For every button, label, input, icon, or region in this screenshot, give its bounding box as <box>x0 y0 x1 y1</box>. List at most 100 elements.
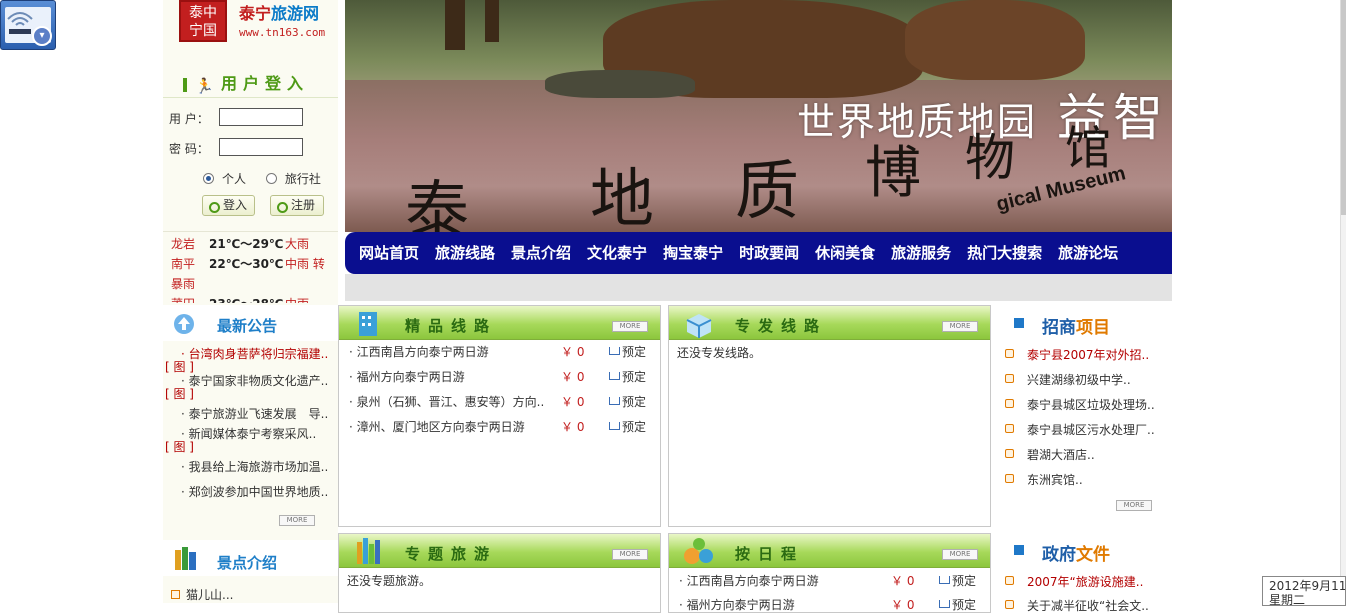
bullet-icon <box>1005 424 1014 433</box>
image-tag[interactable]: [ 图 ] <box>163 361 338 374</box>
title-bar-icon <box>183 77 187 92</box>
theme-travel-title: 专题旅游 <box>405 545 498 563</box>
cart-icon <box>609 422 620 430</box>
radio-agency-label: 旅行社 <box>284 172 321 186</box>
cart-icon <box>609 347 620 355</box>
weather-row: 龙岩 21℃～29℃ 大雨 <box>171 237 310 251</box>
govdoc-title: 政府文件 <box>1014 540 1110 565</box>
invest-item[interactable]: 碧湖大酒店.. <box>1005 446 1095 463</box>
page-scrollbar[interactable] <box>1340 0 1346 603</box>
book-link[interactable]: 预定 <box>952 598 976 612</box>
nav-item-shopping[interactable]: 掏宝泰宁 <box>663 242 723 263</box>
banner-calligraphy: 地 <box>590 163 654 232</box>
cart-icon <box>609 372 620 380</box>
notice-more-button[interactable]: MORE <box>279 515 315 526</box>
route-row[interactable]: · 江西南昌方向泰宁两日游 ￥ 0 预定 <box>349 343 646 360</box>
floating-toolbar-widget[interactable]: ▾ <box>0 0 56 50</box>
gears-icon <box>684 538 713 564</box>
runner-icon: 🏃 <box>195 76 214 95</box>
password-input[interactable] <box>219 138 303 156</box>
featured-routes-box: 精品线路 MORE · 江西南昌方向泰宁两日游 ￥ 0 预定 · 福州方向泰宁两日游… <box>338 305 661 527</box>
notice-item[interactable]: · 郑剑波参加中国世界地质.. <box>163 485 338 499</box>
route-row[interactable]: · 福州方向泰宁两日游 ￥ 0 预定 <box>349 368 646 385</box>
weather-row: 暴雨 <box>171 277 196 291</box>
featured-more-button[interactable]: MORE <box>612 321 648 332</box>
wifi-icon <box>7 12 33 34</box>
invest-item[interactable]: 泰宁县2007年对外招.. <box>1005 346 1149 363</box>
notice-item[interactable]: · 新闻媒体泰宁考察采风.. <box>163 427 338 441</box>
banner-tree <box>485 0 499 42</box>
invest-title: 招商项目 <box>1014 313 1110 338</box>
password-label: 密 码： <box>169 142 209 156</box>
banner-calligraphy: 泰 <box>405 175 469 232</box>
radio-agency[interactable] <box>265 173 277 184</box>
book-link[interactable]: 预定 <box>622 345 646 359</box>
left-column: 泰中宁国 泰宁旅游网 www.tn163.com 🏃 用户登入 用 户： 密 码：… <box>163 0 338 603</box>
nav-item-routes[interactable]: 旅游线路 <box>435 242 495 263</box>
login-button[interactable]: 登入 <box>202 195 255 216</box>
radio-personal[interactable] <box>203 173 214 184</box>
square-bullet-icon <box>1014 318 1024 328</box>
nav-item-search[interactable]: 热门大搜索 <box>967 242 1042 263</box>
weekday-text: 星期二 <box>1269 593 1306 606</box>
invest-more-button[interactable]: MORE <box>1116 500 1152 511</box>
square-bullet-icon <box>1014 545 1024 555</box>
nav-item-news[interactable]: 时政要闻 <box>739 242 799 263</box>
theme-empty-text: 还没专题旅游。 <box>347 574 432 588</box>
bullet-icon <box>1005 399 1014 408</box>
featured-routes-header: 精品线路 MORE <box>339 306 660 340</box>
bullet-icon <box>1005 449 1014 458</box>
image-tag[interactable]: [ 图 ] <box>163 441 338 454</box>
bullet-icon <box>1005 349 1014 358</box>
nav-item-services[interactable]: 旅游服务 <box>891 242 951 263</box>
route-row[interactable]: · 泉州（石狮、晋江、惠安等）方向.. ￥ 0 预定 <box>349 393 646 410</box>
bullet-icon <box>1005 600 1014 609</box>
username-row: 用 户： <box>169 108 303 127</box>
notice-item[interactable]: · 泰宁国家非物质文化遗产.. <box>163 374 338 388</box>
notice-item[interactable]: · 我县给上海旅游市场加温.. <box>163 460 338 474</box>
image-tag[interactable]: [ 图 ] <box>163 388 338 401</box>
book-link[interactable]: 预定 <box>622 370 646 384</box>
scenic-item[interactable]: 猫儿山... <box>171 586 233 603</box>
schedule-more-button[interactable]: MORE <box>942 549 978 560</box>
username-input[interactable] <box>219 108 303 126</box>
nav-item-scenic[interactable]: 景点介绍 <box>511 242 571 263</box>
notice-item[interactable]: · 泰宁旅游业飞速发展 导.. <box>163 407 338 421</box>
book-link[interactable]: 预定 <box>622 395 646 409</box>
bullet-icon <box>1005 576 1014 585</box>
book-link[interactable]: 预定 <box>622 420 646 434</box>
logo-url: www.tn163.com <box>239 26 326 39</box>
notice-item[interactable]: · 台湾肉身菩萨将归宗福建.. <box>163 347 338 361</box>
govdoc-item[interactable]: 2007年“旅游设施建.. <box>1005 573 1143 590</box>
invest-item[interactable]: 兴建湖缘初级中学.. <box>1005 371 1131 388</box>
nav-item-home[interactable]: 网站首页 <box>359 242 419 263</box>
special-more-button[interactable]: MORE <box>942 321 978 332</box>
chevron-down-icon[interactable]: ▾ <box>32 26 52 46</box>
register-button[interactable]: 注册 <box>270 195 324 216</box>
route-row[interactable]: · 福州方向泰宁两日游 ￥ 0 预定 <box>679 596 976 613</box>
schedule-header: 按日程 MORE <box>669 534 990 568</box>
scrollbar-thumb[interactable] <box>1341 0 1346 215</box>
site-logo[interactable]: 泰中宁国 泰宁旅游网 www.tn163.com <box>179 0 339 44</box>
special-routes-box: 专发线路 MORE 还没专发线路。 <box>668 305 991 527</box>
theme-more-button[interactable]: MORE <box>612 549 648 560</box>
nav-item-food[interactable]: 休闲美食 <box>815 242 875 263</box>
invest-item[interactable]: 东洲宾馆.. <box>1005 471 1083 488</box>
govdoc-item[interactable]: 关于减半征收“社会文.. <box>1005 597 1149 614</box>
scenic-header: 景点介绍 <box>163 540 338 576</box>
book-link[interactable]: 预定 <box>952 574 976 588</box>
route-row[interactable]: · 江西南昌方向泰宁两日游 ￥ 0 预定 <box>679 572 976 589</box>
invest-item[interactable]: 泰宁县城区污水处理厂.. <box>1005 421 1155 438</box>
invest-item[interactable]: 泰宁县城区垃圾处理场.. <box>1005 396 1155 413</box>
nav-item-culture[interactable]: 文化泰宁 <box>587 242 647 263</box>
banner-calligraphy: 质 <box>735 155 799 229</box>
nav-item-forum[interactable]: 旅游论坛 <box>1058 242 1118 263</box>
banner-calligraphy: 物 <box>965 129 1015 187</box>
login-title: 🏃 用户登入 <box>183 70 309 95</box>
weather-list: 龙岩21℃～29℃大雨 南平22℃～30℃中雨 转 暴雨 莆田23℃～28℃中雨 <box>163 231 338 303</box>
books-icon <box>175 547 196 570</box>
weather-row: 莆田23℃～28℃中雨 <box>163 292 338 303</box>
books-icon <box>357 538 380 564</box>
username-label: 用 户： <box>169 112 209 126</box>
route-row[interactable]: · 漳州、厦门地区方向泰宁两日游 ￥ 0 预定 <box>349 418 646 435</box>
